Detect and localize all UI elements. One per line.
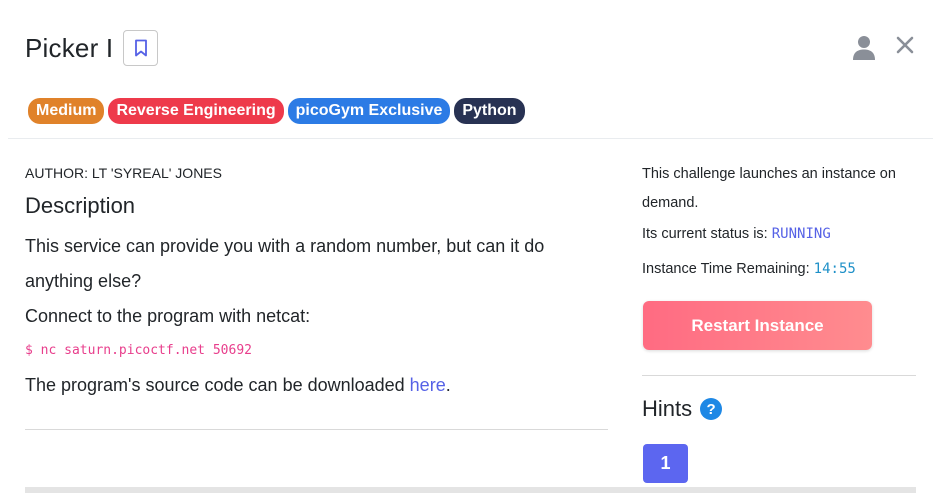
restart-instance-button[interactable]: Restart Instance xyxy=(643,301,872,350)
description-line-2: Connect to the program with netcat: xyxy=(25,306,311,326)
bookmark-button[interactable] xyxy=(123,30,159,66)
source-code-text: The program's source code can be downloa… xyxy=(25,375,410,395)
tag-list: Medium Reverse Engineering picoGym Exclu… xyxy=(28,98,525,124)
description-divider xyxy=(25,429,608,430)
description-line-1: This service can provide you with a rand… xyxy=(25,236,545,291)
challenge-header: Picker I Medium Reverse Engineering pico… xyxy=(0,0,941,138)
hints-divider xyxy=(642,375,916,376)
description-panel: AUTHOR: LT 'SYREAL' JONES Description Th… xyxy=(25,160,608,403)
status-label: Its current status is: xyxy=(642,226,772,242)
tag-difficulty[interactable]: Medium xyxy=(28,98,105,124)
netcat-command: $ nc saturn.picoctf.net 50692 xyxy=(25,343,252,358)
close-icon[interactable] xyxy=(895,35,915,55)
source-code-suffix: . xyxy=(445,375,451,395)
time-label: Instance Time Remaining: xyxy=(642,261,814,277)
description-line-3: The program's source code can be downloa… xyxy=(25,368,608,403)
time-remaining-value: 14:55 xyxy=(813,261,856,277)
tag-category[interactable]: Reverse Engineering xyxy=(108,98,284,124)
source-download-link[interactable]: here xyxy=(410,375,446,395)
instance-panel: This challenge launches an instance on d… xyxy=(642,160,917,277)
hints-heading: Hints xyxy=(642,396,693,421)
status-value: RUNNING xyxy=(771,226,831,242)
title-row: Picker I xyxy=(25,30,159,66)
instance-status: Its current status is: RUNNING xyxy=(642,226,917,242)
hint-button-1[interactable]: 1 xyxy=(643,444,688,483)
bottom-scroll-area xyxy=(25,487,916,493)
tag-language[interactable]: Python xyxy=(454,98,525,124)
description-body: This service can provide you with a rand… xyxy=(25,229,608,403)
bookmark-icon xyxy=(134,39,147,57)
user-icon[interactable] xyxy=(852,35,876,61)
instance-time: Instance Time Remaining: 14:55 xyxy=(642,261,917,277)
hints-header: Hints ? xyxy=(642,396,723,422)
challenge-title: Picker I xyxy=(25,32,114,63)
instance-intro: This challenge launches an instance on d… xyxy=(642,166,896,211)
tag-event[interactable]: picoGym Exclusive xyxy=(287,98,451,124)
question-circle-icon[interactable]: ? xyxy=(700,398,723,420)
author-label: AUTHOR: LT 'SYREAL' JONES xyxy=(25,165,222,181)
description-heading: Description xyxy=(25,193,136,218)
header-divider xyxy=(8,138,933,139)
